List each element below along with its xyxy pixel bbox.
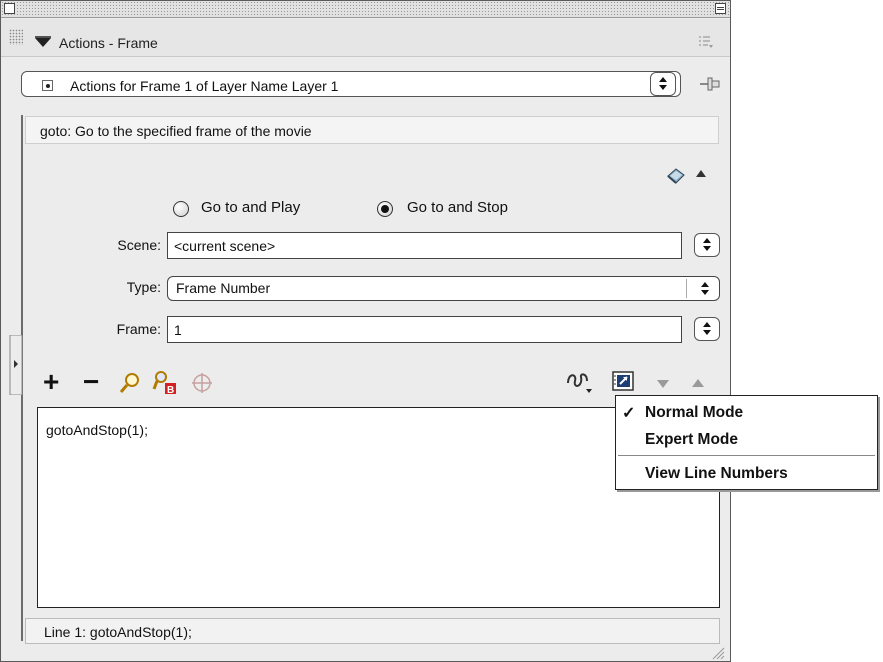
debug-options-icon[interactable] bbox=[565, 369, 595, 395]
target-icon[interactable] bbox=[191, 372, 213, 394]
scene-stepper-icon[interactable] bbox=[694, 233, 720, 257]
move-down-icon[interactable] bbox=[656, 379, 670, 389]
menu-item-view-line-numbers[interactable]: View Line Numbers bbox=[616, 462, 877, 485]
resize-grip-icon[interactable] bbox=[709, 646, 725, 660]
reference-book-icon[interactable] bbox=[666, 166, 686, 186]
action-description: goto: Go to the specified frame of the m… bbox=[25, 116, 719, 144]
scene-field[interactable]: <current scene> bbox=[167, 232, 682, 259]
type-label: Type: bbox=[126, 279, 161, 295]
zoom-box-icon[interactable] bbox=[715, 3, 726, 14]
go-to-and-stop-label: Go to and Stop bbox=[407, 199, 508, 216]
actions-panel-window: Actions - Frame Actions for Frame 1 of L… bbox=[0, 0, 731, 662]
type-select[interactable]: Frame Number bbox=[167, 276, 720, 301]
frame-label: Frame: bbox=[116, 321, 161, 337]
collapse-up-icon[interactable] bbox=[695, 169, 707, 178]
disclosure-triangle-icon[interactable] bbox=[34, 36, 52, 48]
replace-icon[interactable]: B bbox=[151, 369, 179, 397]
view-options-menu: ✓ Normal Mode Expert Mode View Line Numb… bbox=[615, 395, 878, 490]
content-border-left-bottom bbox=[21, 601, 23, 641]
close-box-icon[interactable] bbox=[4, 3, 15, 14]
add-action-button[interactable]: + bbox=[43, 368, 59, 396]
panel-grip[interactable] bbox=[9, 29, 23, 45]
type-select-divider bbox=[686, 279, 687, 298]
script-code: gotoAndStop(1); bbox=[46, 422, 148, 438]
frame-value: 1 bbox=[174, 322, 182, 338]
frame-select-label: Actions for Frame 1 of Layer Name Layer … bbox=[70, 78, 339, 94]
panel-options-icon[interactable] bbox=[698, 35, 714, 49]
expand-pane-tab-icon[interactable] bbox=[9, 335, 23, 395]
menu-item-label: Expert Mode bbox=[645, 431, 739, 448]
check-icon: ✓ bbox=[622, 405, 636, 422]
svg-text:B: B bbox=[167, 385, 174, 396]
frame-bullet-icon bbox=[42, 80, 53, 91]
remove-action-button[interactable]: − bbox=[83, 368, 99, 396]
status-text: Line 1: gotoAndStop(1); bbox=[44, 624, 192, 640]
type-select-arrows-icon[interactable] bbox=[699, 281, 711, 297]
actions-for-frame-select[interactable]: Actions for Frame 1 of Layer Name Layer … bbox=[21, 71, 681, 97]
scene-label: Scene: bbox=[117, 237, 161, 253]
view-options-icon[interactable] bbox=[612, 371, 636, 393]
menu-separator bbox=[618, 455, 875, 456]
frame-stepper-icon[interactable] bbox=[694, 317, 720, 341]
menu-item-label: Normal Mode bbox=[645, 404, 744, 421]
panel-title: Actions - Frame bbox=[59, 35, 158, 51]
status-bar: Line 1: gotoAndStop(1); bbox=[25, 618, 720, 644]
frame-field[interactable]: 1 bbox=[167, 316, 682, 343]
type-value: Frame Number bbox=[176, 280, 271, 296]
scene-value: <current scene> bbox=[174, 238, 276, 254]
go-to-and-play-radio[interactable] bbox=[173, 201, 189, 217]
frame-select-arrows-icon[interactable] bbox=[650, 72, 676, 96]
pin-icon[interactable] bbox=[698, 73, 722, 95]
menu-item-label: View Line Numbers bbox=[645, 465, 788, 482]
panel-header[interactable]: Actions - Frame bbox=[1, 19, 730, 57]
go-to-and-play-label: Go to and Play bbox=[201, 199, 301, 216]
action-description-text: goto: Go to the specified frame of the m… bbox=[40, 123, 312, 139]
window-title-bar[interactable] bbox=[1, 1, 730, 18]
menu-item-normal-mode[interactable]: ✓ Normal Mode bbox=[616, 401, 877, 424]
find-icon[interactable] bbox=[118, 371, 142, 395]
menu-item-expert-mode[interactable]: Expert Mode bbox=[616, 428, 877, 451]
go-to-and-stop-radio[interactable] bbox=[377, 201, 393, 217]
move-up-icon[interactable] bbox=[691, 378, 705, 388]
